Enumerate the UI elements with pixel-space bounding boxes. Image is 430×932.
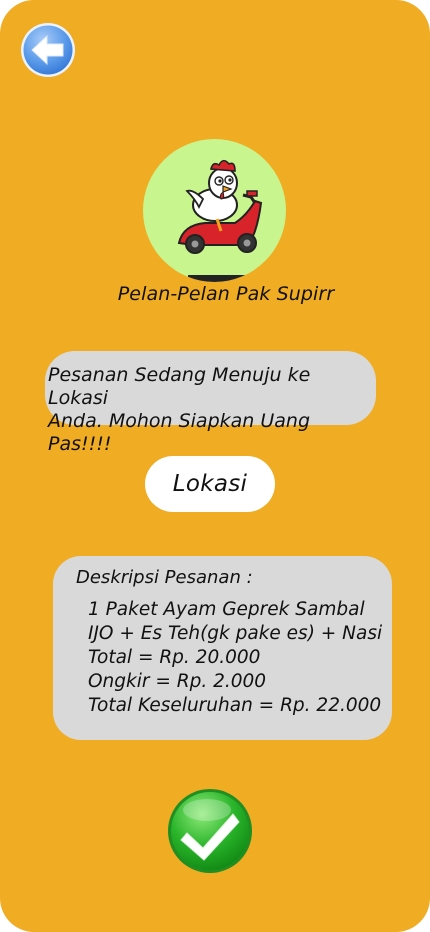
store-name: Pelan-Pelan Pak Supirr bbox=[117, 283, 335, 305]
back-button[interactable] bbox=[20, 22, 76, 78]
order-line: IJO + Es Teh(gk pake es) + Nasi bbox=[88, 623, 383, 644]
order-line: Total Keseluruhan = Rp. 22.000 bbox=[88, 695, 382, 716]
confirm-button[interactable] bbox=[167, 788, 253, 874]
chicken-scooter-logo bbox=[177, 159, 263, 282]
location-button[interactable]: Lokasi bbox=[145, 456, 275, 512]
app-screen: Pelan-Pelan Pak Supirr Pesanan Sedang Me… bbox=[0, 0, 430, 932]
order-lines: 1 Paket Ayam Geprek Sambal IJO + Es Teh(… bbox=[88, 598, 382, 718]
back-arrow-icon bbox=[21, 23, 75, 77]
checkmark-icon bbox=[168, 789, 252, 873]
order-description-card: Deskripsi Pesanan : 1 Paket Ayam Geprek … bbox=[53, 556, 392, 740]
store-logo bbox=[143, 139, 286, 282]
order-line: 1 Paket Ayam Geprek Sambal bbox=[88, 599, 365, 620]
order-title: Deskripsi Pesanan : bbox=[76, 567, 253, 588]
delivery-notice: Pesanan Sedang Menuju ke Lokasi Anda. Mo… bbox=[45, 351, 376, 455]
order-line: Total = Rp. 20.000 bbox=[88, 647, 261, 668]
order-line: Ongkir = Rp. 2.000 bbox=[88, 671, 267, 692]
